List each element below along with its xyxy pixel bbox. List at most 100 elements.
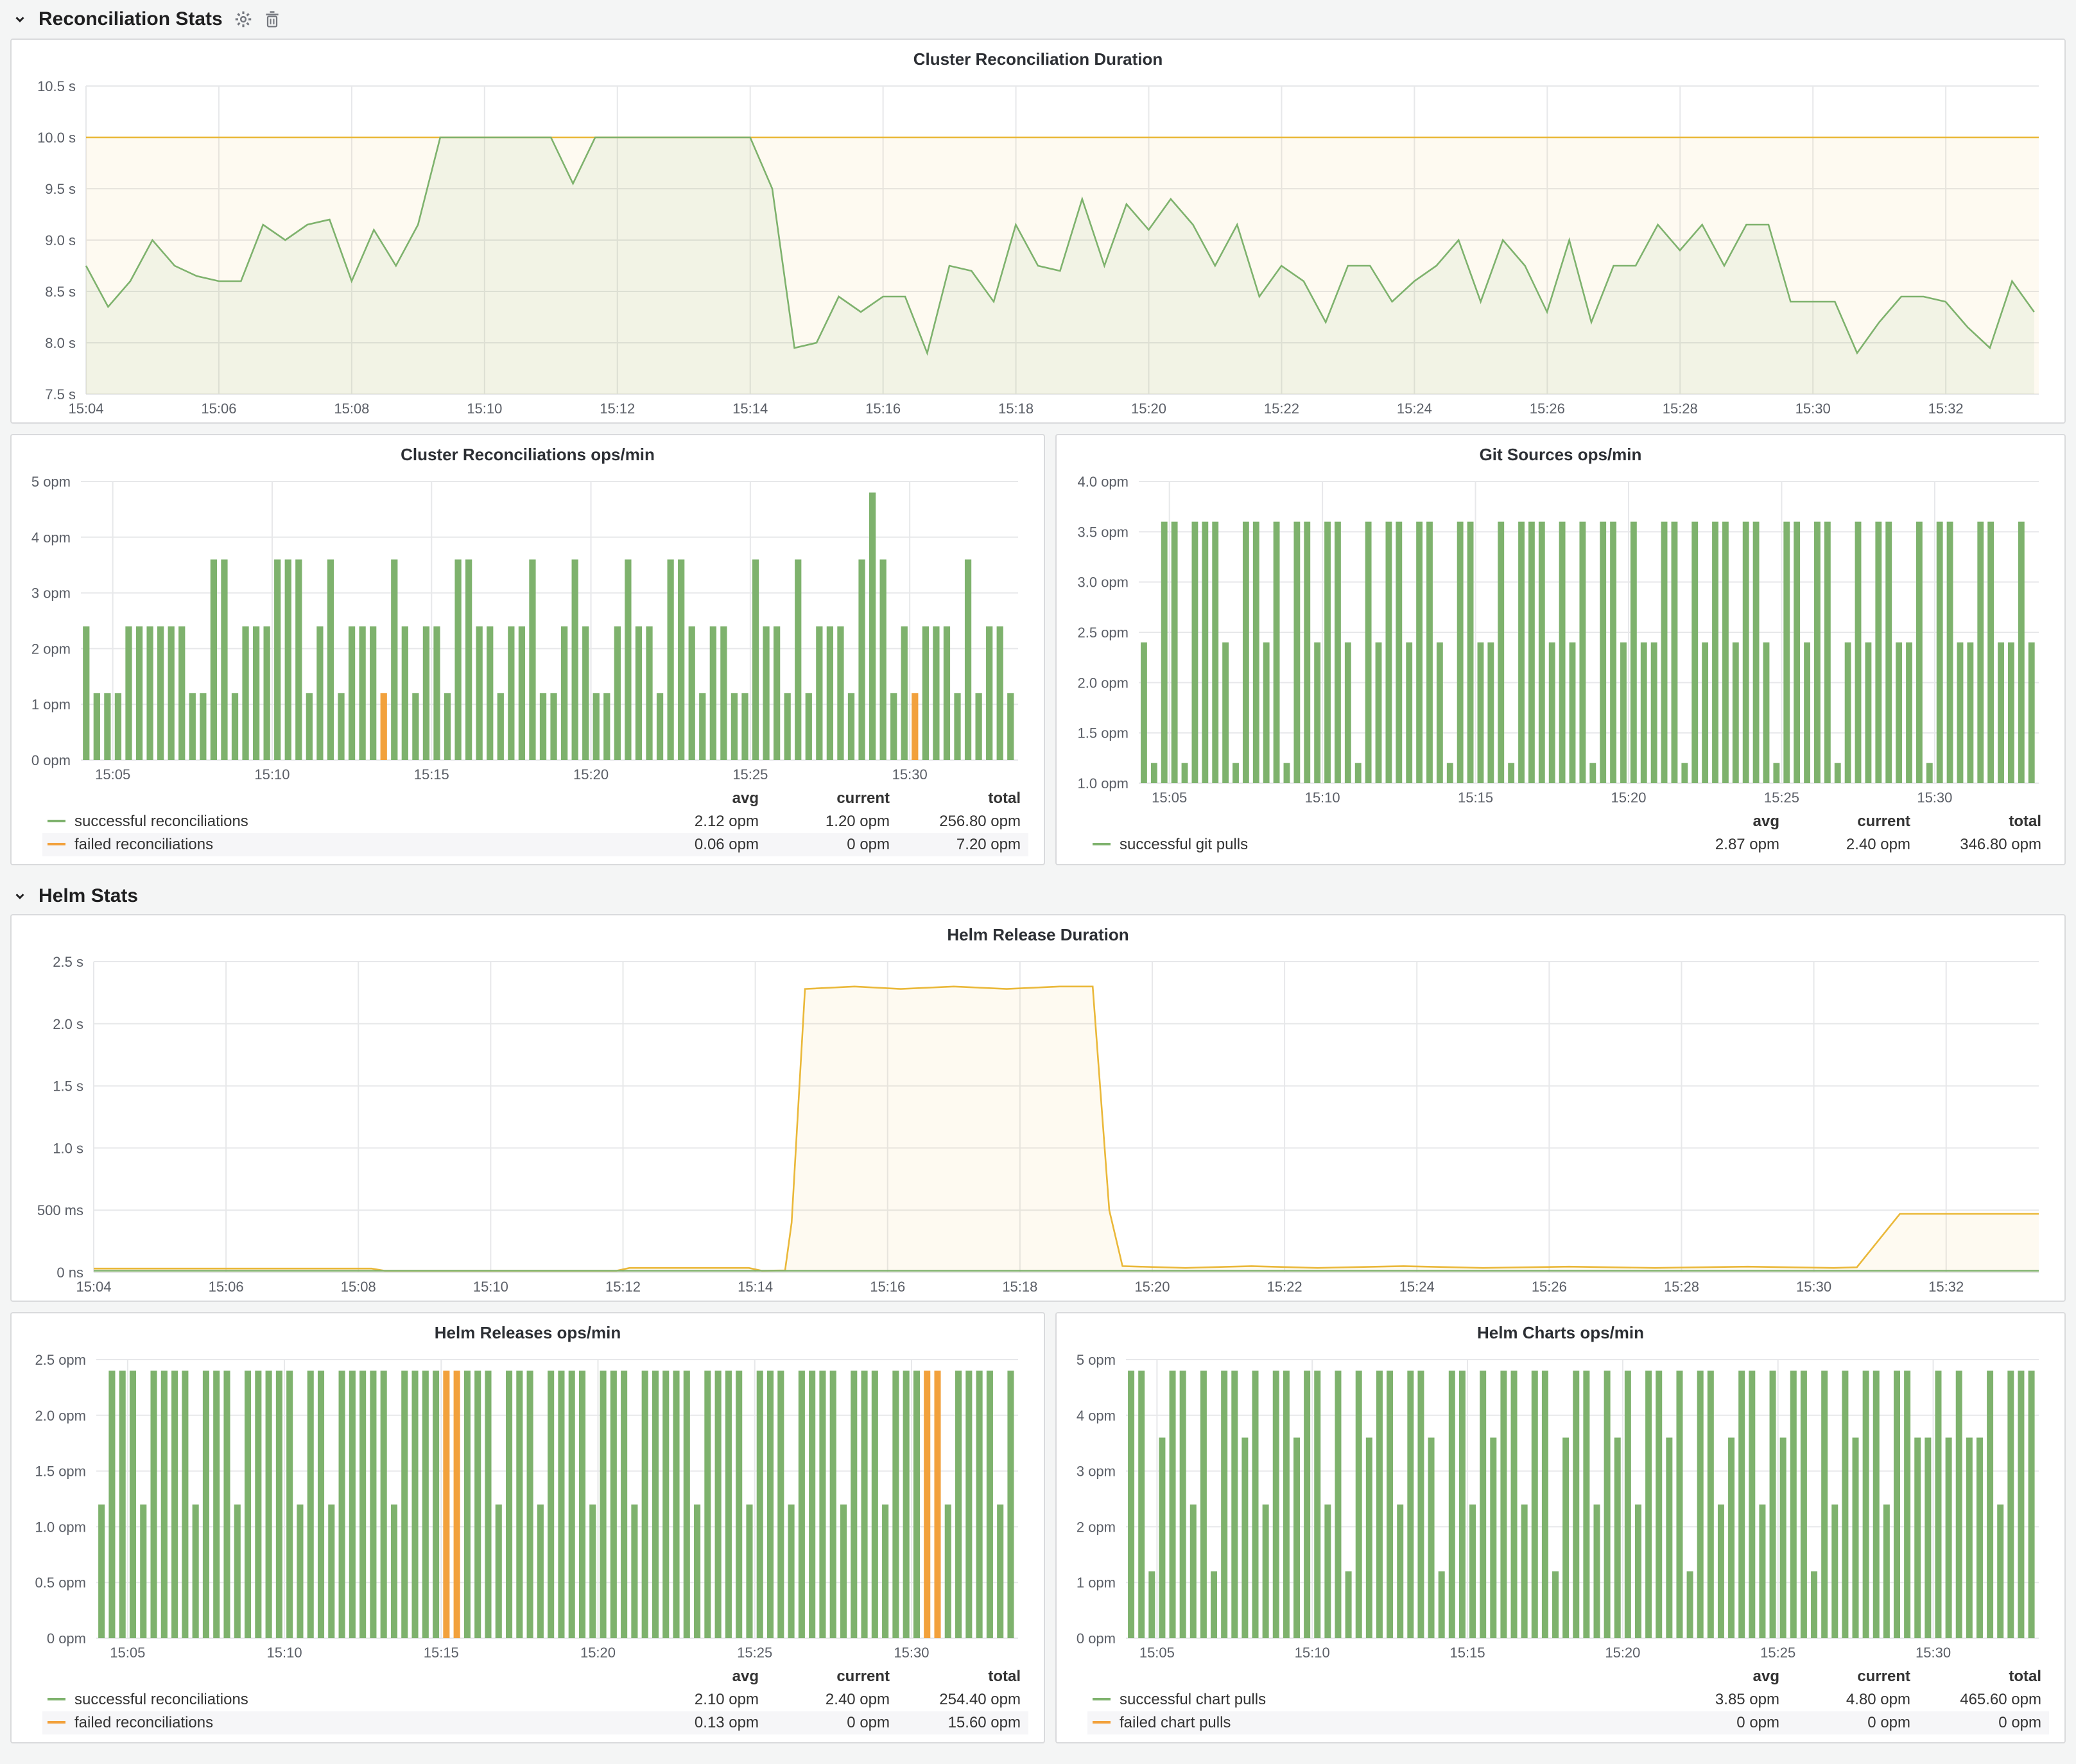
section-title[interactable]: Reconciliation Stats — [39, 8, 223, 30]
legend-stat-value: 0 opm — [766, 1711, 897, 1734]
panel-title[interactable]: Cluster Reconciliations ops/min — [22, 440, 1034, 471]
legend-spacer — [42, 1665, 636, 1688]
legend-series-name[interactable]: successful reconciliations — [74, 813, 248, 830]
svg-text:15:10: 15:10 — [473, 1279, 508, 1295]
legend-stat-value: 0.13 opm — [636, 1711, 766, 1734]
svg-text:15:05: 15:05 — [95, 766, 130, 783]
legend-series-name[interactable]: successful reconciliations — [74, 1691, 248, 1708]
legend-series-name[interactable]: successful git pulls — [1120, 836, 1248, 853]
legend-row: successful reconciliations2.12 opm1.20 o… — [42, 810, 1028, 833]
legend-series-name[interactable]: failed reconciliations — [74, 836, 213, 853]
chevron-down-icon[interactable] — [13, 12, 27, 26]
svg-text:15:08: 15:08 — [341, 1279, 376, 1295]
series-marker-icon — [1093, 1698, 1111, 1700]
svg-text:2.0 opm: 2.0 opm — [1078, 675, 1129, 691]
legend-series-name[interactable]: failed chart pulls — [1120, 1714, 1231, 1731]
svg-text:15:32: 15:32 — [1928, 1279, 1964, 1295]
chart-helm-charts[interactable]: 15:0515:1015:1515:2015:2515:300 opm1 opm… — [1067, 1349, 2054, 1664]
panel-helm-charts: Helm Charts ops/min 15:0515:1015:1515:20… — [1055, 1312, 2066, 1743]
svg-text:15:32: 15:32 — [1928, 401, 1964, 417]
svg-text:15:18: 15:18 — [998, 401, 1034, 417]
legend-series-name[interactable]: successful chart pulls — [1120, 1691, 1266, 1708]
svg-text:15:30: 15:30 — [1796, 1279, 1831, 1295]
legend-col-avg[interactable]: avg — [1656, 1665, 1787, 1688]
svg-text:15:22: 15:22 — [1267, 1279, 1302, 1295]
svg-text:15:18: 15:18 — [1002, 1279, 1037, 1295]
panel-helm-release-duration: Helm Release Duration 15:0415:0615:0815:… — [10, 914, 2066, 1302]
legend-git-sources: avgcurrenttotalsuccessful git pulls2.87 … — [1067, 809, 2054, 861]
legend-col-current[interactable]: current — [766, 787, 897, 810]
panel-title[interactable]: Cluster Reconciliation Duration — [22, 45, 2054, 76]
svg-text:15:15: 15:15 — [424, 1645, 459, 1661]
chevron-down-icon[interactable] — [13, 889, 27, 903]
svg-text:15:12: 15:12 — [605, 1279, 641, 1295]
legend-stat-value: 256.80 opm — [897, 810, 1028, 833]
section-title[interactable]: Helm Stats — [39, 885, 138, 907]
svg-text:15:24: 15:24 — [1399, 1279, 1435, 1295]
svg-text:15:20: 15:20 — [580, 1645, 616, 1661]
svg-text:15:10: 15:10 — [467, 401, 502, 417]
legend-helm-charts: avgcurrenttotalsuccessful chart pulls3.8… — [1067, 1664, 2054, 1740]
svg-text:2.0 opm: 2.0 opm — [35, 1408, 87, 1424]
svg-text:15:25: 15:25 — [732, 766, 768, 783]
panel-git-sources: Git Sources ops/min 15:0515:1015:1515:20… — [1055, 434, 2066, 865]
legend-col-avg[interactable]: avg — [636, 787, 766, 810]
svg-text:15:06: 15:06 — [209, 1279, 244, 1295]
series-marker-icon — [1093, 1721, 1111, 1724]
svg-text:10.5 s: 10.5 s — [37, 78, 76, 94]
legend-col-current[interactable]: current — [1787, 810, 1918, 833]
chart-git-sources[interactable]: 15:0515:1015:1515:2015:2515:301.0 opm1.5… — [1067, 471, 2054, 809]
legend-col-current[interactable]: current — [766, 1665, 897, 1688]
svg-text:15:08: 15:08 — [334, 401, 369, 417]
legend-stat-value: 15.60 opm — [897, 1711, 1028, 1734]
legend-series-name[interactable]: failed reconciliations — [74, 1714, 213, 1731]
svg-text:15:22: 15:22 — [1264, 401, 1299, 417]
svg-text:15:12: 15:12 — [600, 401, 635, 417]
svg-text:15:15: 15:15 — [414, 766, 449, 783]
svg-text:8.5 s: 8.5 s — [45, 284, 76, 300]
chart-cluster-reconciliations[interactable]: 15:0515:1015:1515:2015:2515:300 opm1 opm… — [22, 471, 1034, 786]
legend-stat-value: 4.80 opm — [1787, 1688, 1918, 1711]
legend-col-avg[interactable]: avg — [1656, 810, 1787, 833]
legend-stat-value: 0 opm — [766, 833, 897, 856]
svg-text:0 opm: 0 opm — [47, 1630, 86, 1647]
svg-text:15:20: 15:20 — [1605, 1645, 1640, 1661]
gear-icon[interactable] — [234, 10, 252, 28]
series-marker-icon — [48, 1721, 65, 1724]
chart-helm-releases[interactable]: 15:0515:1015:1515:2015:2515:300 opm0.5 o… — [22, 1349, 1034, 1664]
panel-title[interactable]: Git Sources ops/min — [1067, 440, 2054, 471]
trash-icon[interactable] — [264, 10, 281, 28]
chart-helm-release-duration[interactable]: 15:0415:0615:0815:1015:1215:1415:1615:18… — [22, 951, 2054, 1298]
panel-title[interactable]: Helm Release Duration — [22, 921, 2054, 951]
legend-col-total[interactable]: total — [1918, 1665, 2049, 1688]
legend-col-total[interactable]: total — [897, 787, 1028, 810]
panel-title[interactable]: Helm Charts ops/min — [1067, 1319, 2054, 1349]
svg-text:15:15: 15:15 — [1450, 1645, 1485, 1661]
legend-col-total[interactable]: total — [1918, 810, 2049, 833]
svg-text:2.5 s: 2.5 s — [53, 954, 83, 970]
legend-col-avg[interactable]: avg — [636, 1665, 766, 1688]
svg-text:4 opm: 4 opm — [31, 530, 71, 546]
svg-text:10.0 s: 10.0 s — [37, 130, 76, 146]
legend-row: successful reconciliations2.10 opm2.40 o… — [42, 1688, 1028, 1711]
chart-cluster-reconciliation-duration[interactable]: 15:0415:0615:0815:1015:1215:1415:1615:18… — [22, 76, 2054, 420]
section-header-reconciliation-stats[interactable]: Reconciliation Stats — [10, 0, 2066, 39]
legend-stat-value: 2.10 opm — [636, 1688, 766, 1711]
svg-text:15:20: 15:20 — [1131, 401, 1166, 417]
svg-text:15:25: 15:25 — [737, 1645, 772, 1661]
svg-text:2.5 opm: 2.5 opm — [35, 1352, 87, 1368]
svg-text:15:26: 15:26 — [1530, 401, 1565, 417]
legend-col-current[interactable]: current — [1787, 1665, 1918, 1688]
legend-stat-value: 1.20 opm — [766, 810, 897, 833]
svg-text:0 ns: 0 ns — [56, 1265, 83, 1281]
legend-row: successful chart pulls3.85 opm4.80 opm46… — [1087, 1688, 2049, 1711]
svg-text:15:25: 15:25 — [1760, 1645, 1795, 1661]
svg-text:9.0 s: 9.0 s — [45, 232, 76, 248]
svg-text:15:26: 15:26 — [1532, 1279, 1567, 1295]
panel-title[interactable]: Helm Releases ops/min — [22, 1319, 1034, 1349]
svg-text:1 opm: 1 opm — [1077, 1575, 1116, 1591]
panel-cluster-reconciliations: Cluster Reconciliations ops/min 15:0515:… — [10, 434, 1045, 865]
section-header-helm-stats[interactable]: Helm Stats — [10, 878, 2066, 914]
legend-col-total[interactable]: total — [897, 1665, 1028, 1688]
svg-text:7.5 s: 7.5 s — [45, 386, 76, 402]
